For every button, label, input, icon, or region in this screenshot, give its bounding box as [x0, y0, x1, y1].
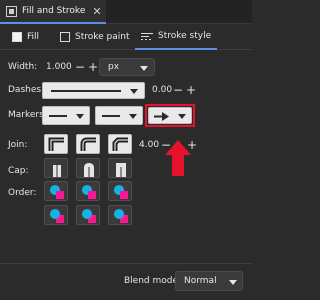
miter-limit-value[interactable]: 4.00 [139, 140, 159, 150]
bevel-join-button[interactable] [108, 134, 132, 154]
chevron-down-icon [130, 89, 138, 94]
miter-join-icon [48, 137, 64, 151]
subtab-bar: Fill Stroke paint Stroke style [0, 24, 252, 50]
miter-join-button[interactable] [44, 134, 68, 154]
round-cap-icon [84, 163, 94, 177]
round-join-icon [80, 137, 96, 151]
start-marker-preview [49, 115, 67, 117]
fill-and-stroke-tab[interactable]: Fill and Stroke ✕ [0, 0, 106, 24]
order-markers-fill-stroke-button[interactable] [44, 205, 68, 225]
footer-bar: Blend mode: Normal [0, 263, 252, 300]
width-unit-select[interactable]: px [99, 58, 155, 76]
solid-line-preview [51, 90, 121, 92]
order-markers-stroke-fill-button[interactable] [108, 205, 132, 225]
paint-order-icon [82, 209, 96, 223]
close-icon[interactable]: ✕ [92, 5, 101, 18]
chevron-down-icon [229, 280, 237, 285]
order-stroke-markers-fill-button[interactable] [76, 205, 100, 225]
start-marker-select[interactable] [42, 106, 90, 125]
width-decrement-button[interactable]: − [75, 61, 85, 73]
chevron-down-icon [76, 114, 84, 119]
join-label: Join: [8, 140, 28, 150]
square-cap-button[interactable] [108, 158, 132, 178]
tab-stroke-paint[interactable]: Stroke paint [60, 24, 130, 50]
width-value[interactable]: 1.000 [46, 62, 72, 72]
order-fill-stroke-markers-button[interactable] [44, 181, 68, 201]
tab-stroke-style-label: Stroke style [158, 31, 212, 41]
fill-icon [12, 32, 22, 42]
dash-offset-decrement-button[interactable]: − [173, 84, 183, 96]
paint-order-icon [114, 185, 128, 199]
bevel-join-icon [112, 137, 128, 151]
paint-order-icon [50, 209, 64, 223]
dash-offset-value[interactable]: 0.00 [152, 85, 172, 95]
red-arrow-annotation [165, 140, 191, 176]
chevron-down-icon [129, 114, 137, 119]
round-join-button[interactable] [76, 134, 100, 154]
order-fill-markers-stroke-button[interactable] [108, 181, 132, 201]
order-stroke-fill-markers-button[interactable] [76, 181, 100, 201]
round-cap-button[interactable] [76, 158, 100, 178]
end-marker-select[interactable] [148, 107, 192, 124]
arrow-marker-icon [154, 112, 186, 121]
chevron-down-icon [140, 66, 148, 71]
fill-and-stroke-tab-label: Fill and Stroke [22, 6, 86, 16]
width-unit-value: px [108, 62, 120, 72]
fill-and-stroke-icon [6, 5, 17, 17]
order-label: Order: [8, 188, 37, 198]
dock-tab-bar: Fill and Stroke ✕ [0, 0, 252, 24]
butt-cap-icon [53, 165, 61, 177]
paint-order-icon [82, 185, 96, 199]
tab-fill-label: Fill [27, 32, 40, 42]
stroke-style-icon [141, 31, 153, 41]
blend-mode-select[interactable]: Normal [175, 271, 243, 291]
tab-fill[interactable]: Fill [12, 24, 39, 50]
paint-order-icon [114, 209, 128, 223]
blend-mode-label: Blend mode: [124, 276, 182, 286]
square-cap-icon [116, 163, 126, 177]
width-label: Width: [8, 62, 38, 72]
stroke-paint-icon [60, 32, 70, 42]
dash-offset-increment-button[interactable]: + [186, 84, 196, 96]
dash-pattern-select[interactable] [42, 82, 145, 99]
mid-marker-select[interactable] [95, 106, 143, 125]
cap-label: Cap: [8, 166, 29, 176]
tab-stroke-paint-label: Stroke paint [75, 32, 130, 42]
dashes-label: Dashes: [8, 85, 45, 95]
butt-cap-button[interactable] [44, 158, 68, 178]
paint-order-icon [50, 185, 64, 199]
blend-mode-value: Normal [184, 276, 217, 286]
mid-marker-preview [102, 115, 120, 117]
tab-stroke-style[interactable]: Stroke style [135, 24, 218, 50]
width-increment-button[interactable]: + [88, 61, 98, 73]
